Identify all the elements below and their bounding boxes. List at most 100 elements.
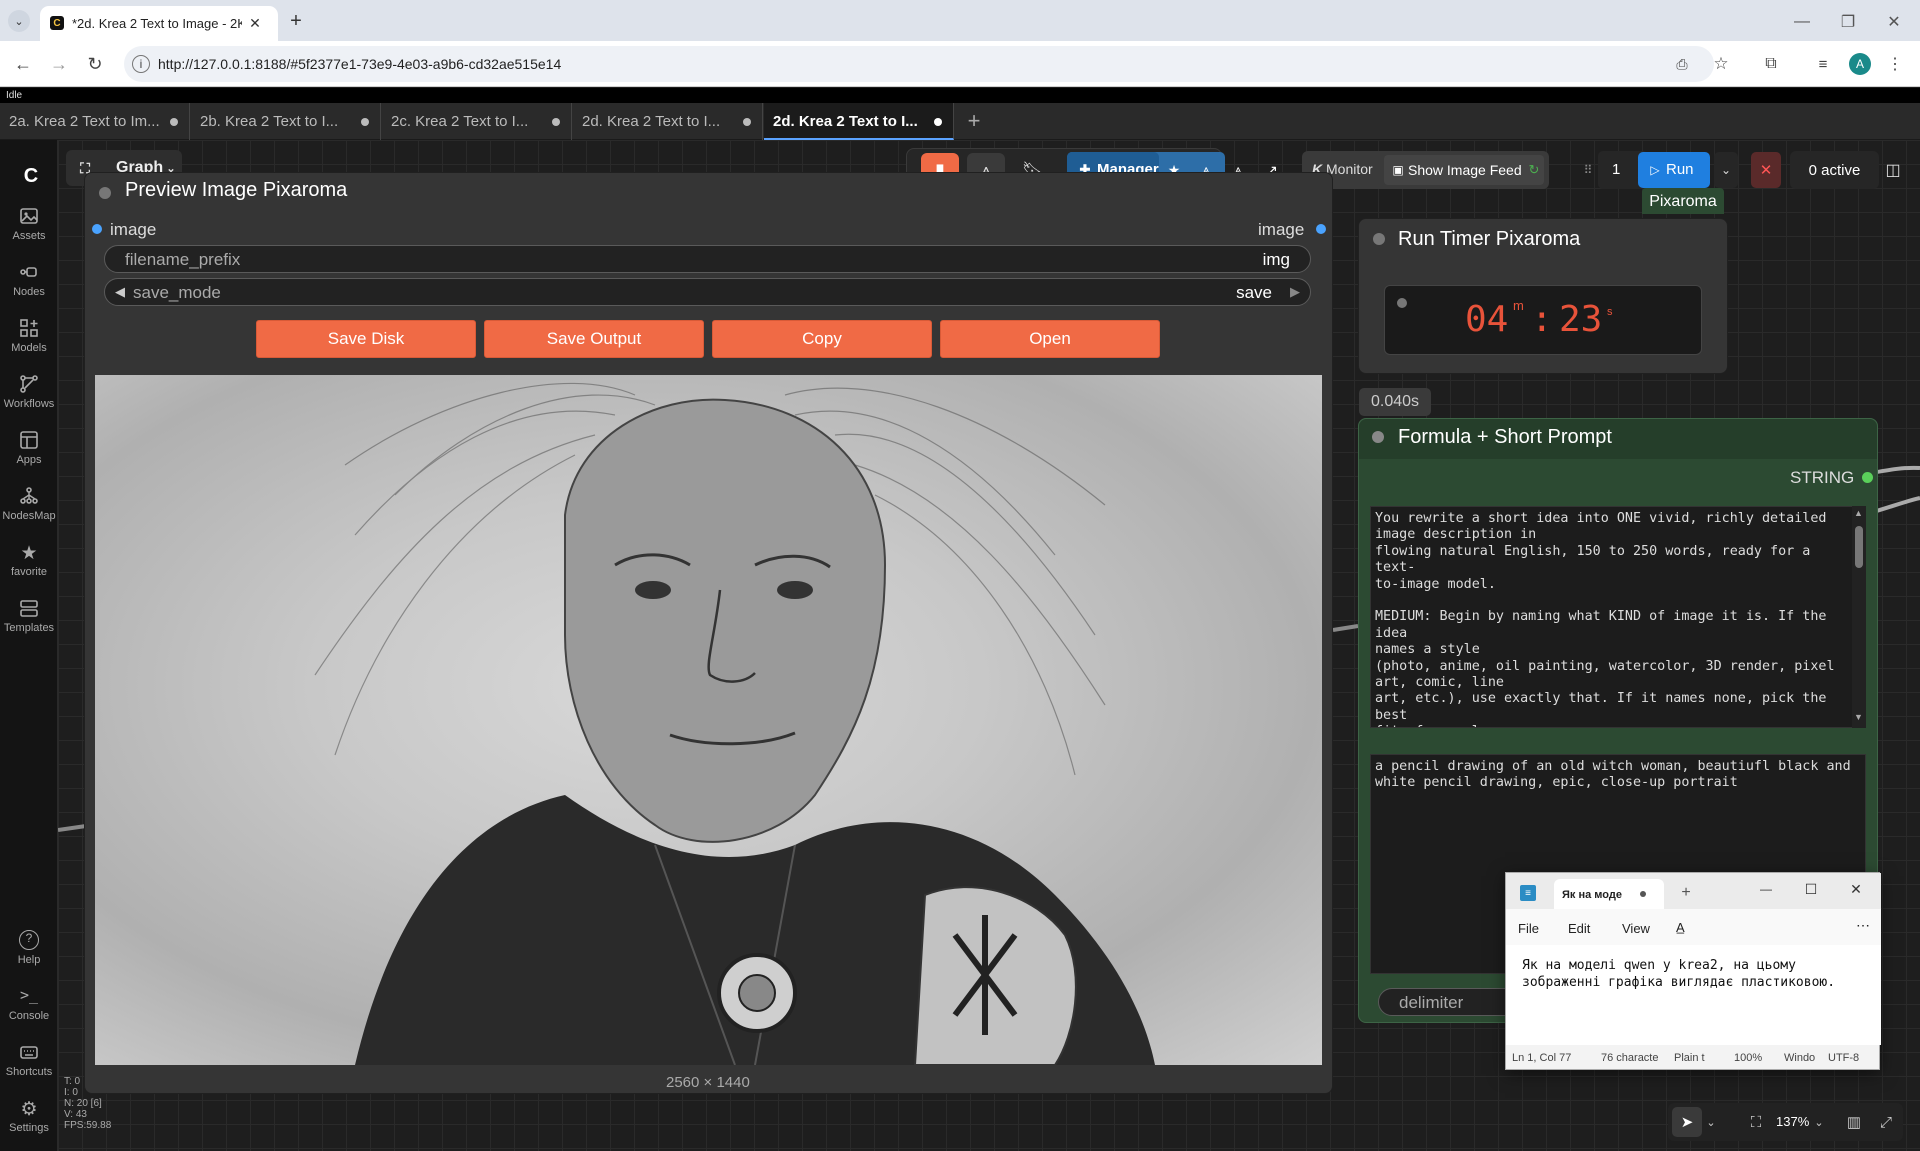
zoom-level[interactable]: 137% <box>1776 1114 1809 1129</box>
sidebar-item-workflows[interactable]: Workflows <box>0 374 58 426</box>
pixaroma-node-tag: Pixaroma <box>1642 188 1724 214</box>
back-icon[interactable]: ← <box>10 51 36 77</box>
app-status-line: Idle <box>0 88 1920 103</box>
sidebar-item-console[interactable]: >_ Console <box>0 986 58 1038</box>
minimap-icon[interactable]: ▥ <box>1844 1111 1864 1133</box>
workflow-tab-active[interactable]: 2d. Krea 2 Text to I... <box>764 103 954 140</box>
sidebar-item-assets[interactable]: Assets <box>0 206 58 258</box>
menu-file[interactable]: File <box>1518 921 1539 936</box>
sidebar-item-label: Apps <box>16 454 42 466</box>
notepad-minimize-icon[interactable]: — <box>1756 879 1776 899</box>
node-collapse-dot[interactable] <box>1373 233 1385 245</box>
cancel-run-button[interactable]: ✕ <box>1751 152 1781 188</box>
save-output-button[interactable]: Save Output <box>484 320 704 358</box>
notepad-close-icon[interactable]: ✕ <box>1846 879 1866 899</box>
chevron-down-icon[interactable]: ⌄ <box>1812 1113 1826 1131</box>
node-collapse-dot[interactable] <box>99 187 111 199</box>
scroll-up-icon[interactable]: ▲ <box>1854 508 1863 518</box>
scroll-thumb[interactable] <box>1855 526 1863 568</box>
arrow-right-icon[interactable]: ▶ <box>1288 283 1302 301</box>
notepad-maximize-icon[interactable]: ☐ <box>1801 879 1821 899</box>
copy-button[interactable]: Copy <box>712 320 932 358</box>
sidebar-item-shortcuts[interactable]: Shortcuts <box>0 1042 58 1094</box>
close-tab-icon[interactable]: ✕ <box>246 14 264 32</box>
link-visibility-icon[interactable]: ⤢ <box>1876 1111 1896 1133</box>
console-icon: >_ <box>19 986 39 1004</box>
notepad-text-area[interactable]: Як на моделі qwen у krea2, на цьому зобр… <box>1506 945 1881 1045</box>
save-disk-button[interactable]: Save Disk <box>256 320 476 358</box>
workflow-tab-label: 2b. Krea 2 Text to I... <box>200 113 339 130</box>
menu-edit[interactable]: Edit <box>1568 921 1590 936</box>
minimize-icon[interactable]: — <box>1780 8 1824 36</box>
sidebar-item-nodes[interactable]: Nodes <box>0 262 58 314</box>
notepad-new-tab-icon[interactable]: + <box>1678 884 1694 901</box>
drag-handle-icon[interactable]: ⠿ <box>1582 161 1594 179</box>
menu-view[interactable]: View <box>1622 921 1650 936</box>
queue-count-value: 1 <box>1612 161 1621 178</box>
tab-search-icon[interactable]: ⌄ <box>8 10 30 32</box>
reload-icon[interactable]: ↻ <box>82 51 108 77</box>
notepad-app-icon: ≡ <box>1520 885 1536 901</box>
site-info-icon[interactable]: i <box>132 55 150 73</box>
sidebar-item-nodesmap[interactable]: NodesMap <box>0 486 58 538</box>
new-workflow-tab-icon[interactable]: + <box>962 108 986 133</box>
restore-icon[interactable]: ❐ <box>1826 8 1870 36</box>
close-window-icon[interactable]: ✕ <box>1872 8 1916 36</box>
output-slot-dot[interactable] <box>1316 224 1326 234</box>
notepad-tab[interactable]: Як на моде <box>1554 879 1664 909</box>
install-app-icon[interactable]: ⎙ <box>1672 54 1692 74</box>
active-queue-button[interactable]: 0 active <box>1790 151 1879 189</box>
open-button[interactable]: Open <box>940 320 1160 358</box>
status-encoding: UTF-8 <box>1828 1052 1860 1064</box>
arrow-left-icon[interactable]: ◀ <box>113 283 127 301</box>
chevron-down-icon[interactable]: ⌄ <box>1704 1113 1718 1131</box>
sidebar-item-apps[interactable]: Apps <box>0 430 58 482</box>
sidebar-item-help[interactable]: ? Help <box>0 930 58 982</box>
input-slot-dot[interactable] <box>92 224 102 234</box>
toggle-panel-button[interactable]: ◫ <box>1878 152 1908 188</box>
url-field[interactable]: i http://127.0.0.1:8188/#5f2377e1-73e9-4… <box>124 46 1714 82</box>
system-prompt-textarea[interactable]: You rewrite a short idea into ONE vivid,… <box>1370 506 1854 728</box>
media-icon[interactable]: ≡ <box>1812 53 1834 75</box>
fit-view-icon[interactable]: ⛶ <box>1746 1111 1766 1133</box>
show-image-feed-button[interactable]: ▣ Show Image Feed ↻ <box>1384 155 1544 185</box>
pixaroma-tag-label: Pixaroma <box>1649 193 1717 210</box>
run-button[interactable]: ▷ Run <box>1638 152 1710 188</box>
formula-collapse-dot[interactable] <box>1372 431 1384 443</box>
workflow-tab[interactable]: 2b. Krea 2 Text to I... <box>191 103 381 140</box>
unsaved-dot-icon <box>361 118 369 126</box>
filename-prefix-widget[interactable]: filename_prefix img <box>104 245 1311 273</box>
sidebar-item-label: favorite <box>10 566 48 578</box>
status-text: Idle <box>6 90 23 101</box>
more-icon[interactable]: ⋯ <box>1856 917 1870 934</box>
timer-minutes: 04 <box>1465 299 1509 340</box>
browser-menu-icon[interactable]: ⋮ <box>1884 53 1906 75</box>
save-mode-widget[interactable]: ◀ save_mode save ▶ <box>104 278 1311 306</box>
show-feed-label: Show Image Feed <box>1408 162 1522 178</box>
font-icon[interactable]: A̲ <box>1676 920 1685 935</box>
bookmark-star-icon[interactable]: ☆ <box>1710 53 1732 75</box>
sidebar-item-settings[interactable]: ⚙ Settings <box>0 1098 58 1150</box>
textarea-scrollbar[interactable]: ▲ ▼ <box>1852 506 1866 728</box>
run-label: Run <box>1666 161 1694 178</box>
browser-tab-active[interactable]: C *2d. Krea 2 Text to Image - 2K ✕ <box>40 6 278 41</box>
workflow-tab[interactable]: 2c. Krea 2 Text to I... <box>382 103 572 140</box>
new-tab-icon[interactable]: + <box>284 9 308 33</box>
forward-icon[interactable]: → <box>46 51 72 77</box>
workflow-tab[interactable]: 2d. Krea 2 Text to I... <box>573 103 763 140</box>
run-options-button[interactable]: ⌄ <box>1714 152 1738 188</box>
sidebar-item-models[interactable]: Models <box>0 318 58 370</box>
comfy-logo[interactable]: C <box>18 164 44 188</box>
monitor-label: Monitor <box>1326 161 1373 177</box>
profile-avatar[interactable]: A <box>1849 53 1871 75</box>
extensions-icon[interactable]: ⧉ <box>1760 53 1782 75</box>
select-tool-button[interactable]: ➤ <box>1672 1107 1702 1137</box>
string-output-dot[interactable] <box>1862 472 1873 483</box>
sidebar-item-templates[interactable]: Templates <box>0 598 58 650</box>
browser-tab-title: *2d. Krea 2 Text to Image - 2K <box>72 16 242 31</box>
notepad-window[interactable]: ≡ Як на моде + — ☐ ✕ File Edit View A̲ ⋯… <box>1505 872 1881 1070</box>
workflow-tab[interactable]: 2a. Krea 2 Text to Im... <box>0 103 190 140</box>
sidebar-item-favorite[interactable]: ★ favorite <box>0 542 58 594</box>
help-icon: ? <box>19 930 39 950</box>
scroll-down-icon[interactable]: ▼ <box>1854 712 1863 722</box>
